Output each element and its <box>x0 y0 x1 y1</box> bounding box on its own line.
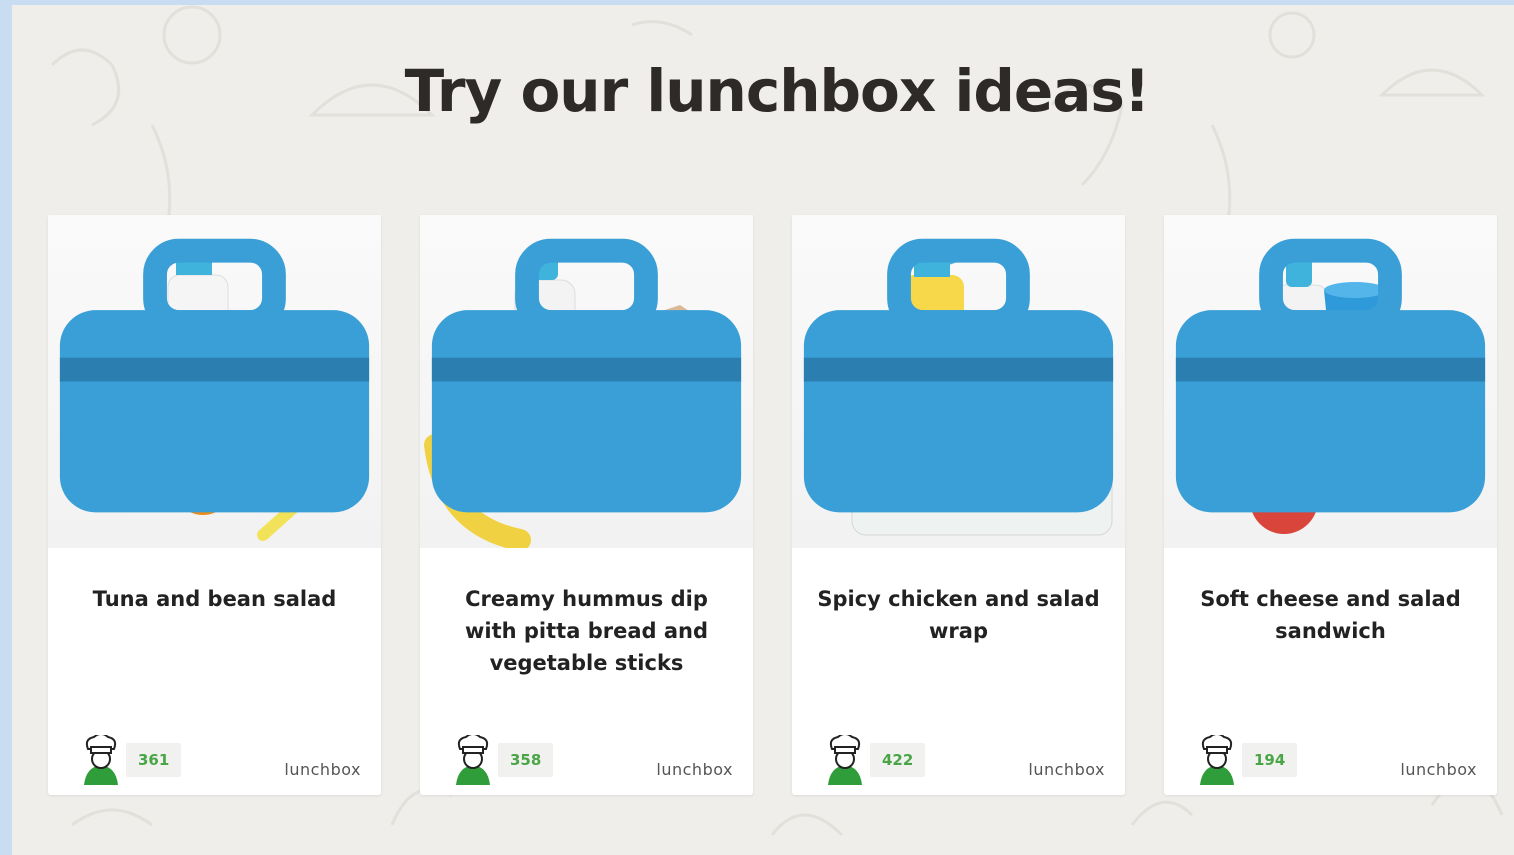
recipe-image[interactable] <box>420 215 753 548</box>
recipe-card-tuna-bean-salad[interactable]: Tuna and bean salad 361 lunchbox <box>48 215 381 795</box>
recipe-title[interactable]: Spicy chicken and salad wrap <box>810 583 1107 647</box>
lunchbox-icon[interactable] <box>420 215 753 548</box>
lunchbox-icon[interactable] <box>1164 215 1497 548</box>
card-footer: 358 lunchbox <box>420 725 753 795</box>
lunchbox-icon[interactable] <box>48 215 381 548</box>
rating-count: 194 <box>1242 743 1298 777</box>
rating-count: 361 <box>126 743 182 777</box>
recipe-image[interactable] <box>48 215 381 548</box>
recipe-image[interactable] <box>1164 215 1497 548</box>
category-tag[interactable]: lunchbox <box>284 760 361 779</box>
recipe-title[interactable]: Creamy hummus dip with pitta bread and v… <box>438 583 735 679</box>
category-tag[interactable]: lunchbox <box>656 760 733 779</box>
lunchbox-icon[interactable] <box>792 215 1125 548</box>
category-tag[interactable]: lunchbox <box>1028 760 1105 779</box>
chef-hat-icon <box>1200 735 1234 785</box>
category-tag[interactable]: lunchbox <box>1400 760 1477 779</box>
recipe-card-soft-cheese-sandwich[interactable]: Soft cheese and salad sandwich 194 lunch… <box>1164 215 1497 795</box>
recipe-card-hummus-dip[interactable]: Creamy hummus dip with pitta bread and v… <box>420 215 753 795</box>
recipe-card-chicken-wrap[interactable]: Spicy chicken and salad wrap 422 lunchbo… <box>792 215 1125 795</box>
rating-count: 358 <box>498 743 554 777</box>
rating-count: 422 <box>870 743 926 777</box>
page: Try our lunchbox ideas! Tuna and bean sa… <box>12 5 1514 855</box>
page-title: Try our lunchbox ideas! <box>404 57 1151 125</box>
chef-hat-icon <box>828 735 862 785</box>
recipe-title[interactable]: Soft cheese and salad sandwich <box>1182 583 1479 647</box>
chef-hat-icon <box>456 735 490 785</box>
card-footer: 194 lunchbox <box>1164 725 1497 795</box>
card-footer: 361 lunchbox <box>48 725 381 795</box>
chef-hat-icon <box>84 735 118 785</box>
recipe-image[interactable] <box>792 215 1125 548</box>
recipe-title[interactable]: Tuna and bean salad <box>66 583 363 615</box>
card-footer: 422 lunchbox <box>792 725 1125 795</box>
